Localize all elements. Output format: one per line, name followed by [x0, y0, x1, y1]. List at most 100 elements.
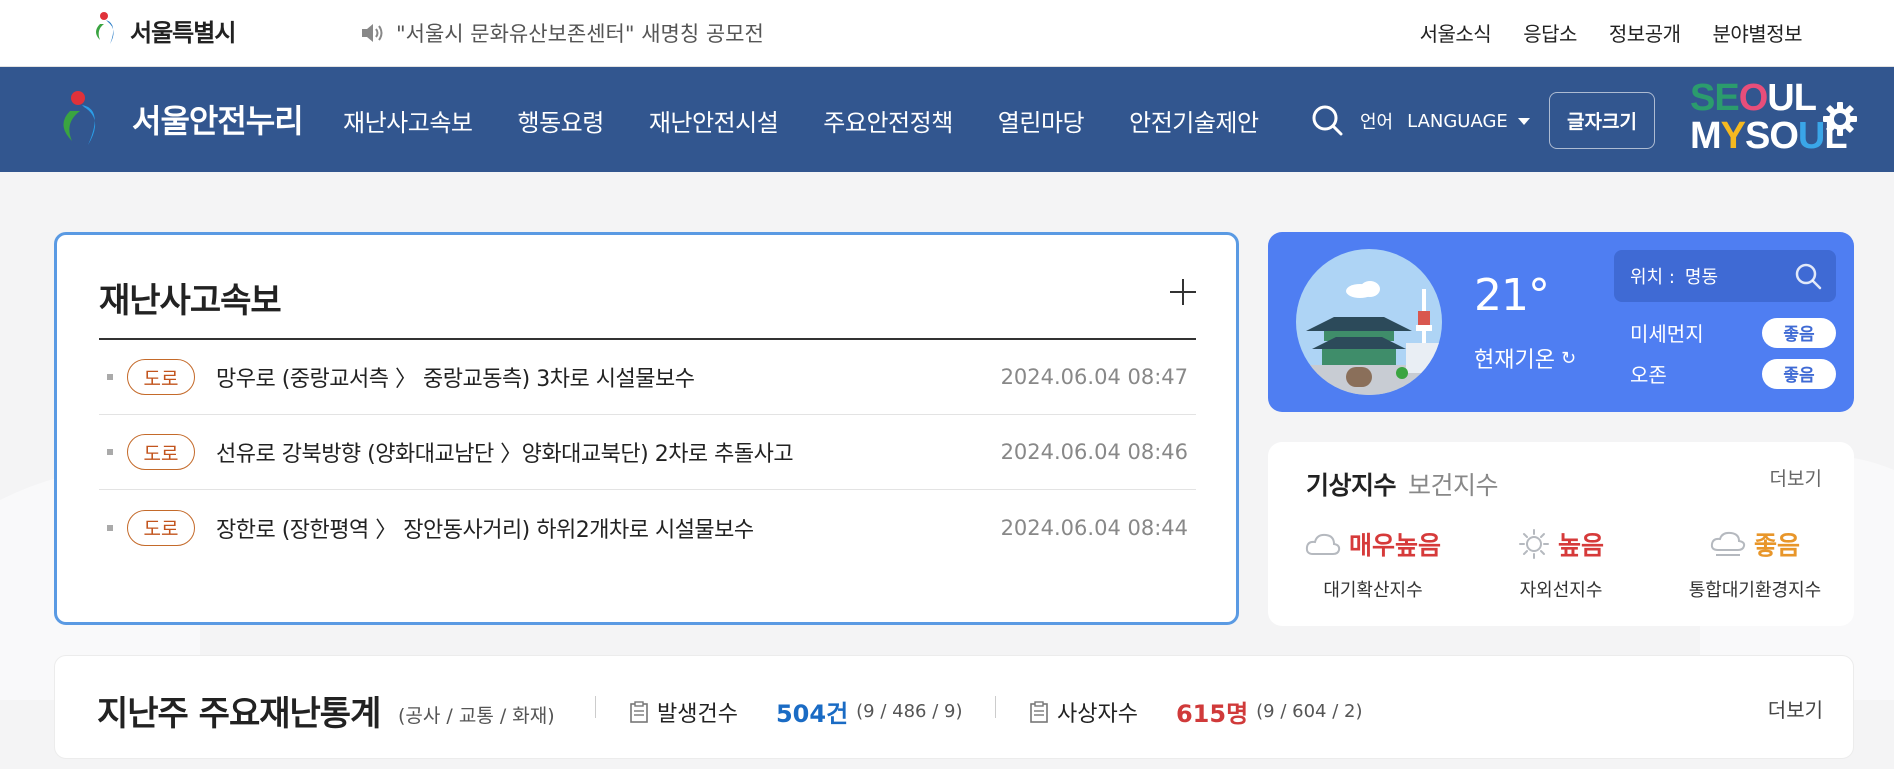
slogan-part: SO: [1745, 115, 1799, 157]
utility-menu: 서울소식 응답소 정보공개 분야별정보: [1420, 18, 1803, 47]
index-value: 높음: [1557, 531, 1604, 560]
bullet-icon: [107, 524, 113, 531]
util-link-field-info[interactable]: 분야별정보: [1713, 18, 1803, 47]
stats-title: 지난주 주요재난통계: [97, 694, 381, 734]
seoul-logo-text: 서울특별시: [130, 18, 236, 47]
language-label-en: LANGUAGE: [1407, 110, 1508, 132]
index-value-wrap: 매우높음: [1298, 526, 1448, 562]
index-value-wrap: 높음: [1486, 526, 1636, 562]
chevron-down-icon: [1517, 117, 1530, 125]
occurrence-value: 504건: [775, 700, 849, 728]
cloud-icon: [1305, 533, 1341, 555]
site-brand[interactable]: 서울안전누리: [52, 87, 304, 151]
seoul-logo-icon: [88, 10, 128, 50]
fine-dust-row: 미세먼지 좋음: [1630, 317, 1836, 348]
ozone-label: 오존: [1630, 363, 1667, 387]
casualty-value: 615명: [1175, 700, 1249, 728]
index-value-wrap: 좋음: [1670, 526, 1840, 562]
category-tag: 도로: [127, 509, 195, 546]
divider: [595, 696, 596, 718]
weekly-disaster-stats: 지난주 주요재난통계 (공사 / 교통 / 화재) 발생건수 504건 (9 /…: [54, 655, 1854, 759]
news-date: 2024.06.04 08:47: [1000, 365, 1188, 389]
clipboard-icon: [1030, 700, 1048, 723]
bullet-icon: [107, 449, 113, 455]
index-more-link[interactable]: 더보기: [1770, 464, 1822, 491]
nav-item-disaster-news[interactable]: 재난사고속보: [343, 103, 473, 138]
stats-more-link[interactable]: 더보기: [1768, 694, 1823, 723]
plus-icon[interactable]: [1168, 277, 1198, 307]
divider: [995, 696, 996, 718]
index-label: 자외선지수: [1519, 580, 1603, 601]
index-value: 좋음: [1753, 531, 1800, 560]
refresh-icon[interactable]: ↻: [1561, 348, 1576, 369]
main-navigation: 서울안전누리 재난사고속보 행동요령 재난안전시설 주요안전정책 열린마당 안전…: [0, 67, 1894, 172]
tab-health-index[interactable]: 보건지수: [1408, 466, 1499, 502]
cloud-icon: [1710, 531, 1746, 556]
index-label: 대기확산지수: [1323, 580, 1423, 601]
location-value: 명동: [1684, 267, 1719, 288]
ozone-row: 오존 좋음: [1630, 358, 1836, 389]
index-item: 높음 자외선지수: [1486, 526, 1636, 602]
casualty-stat: 사상자수 615명 (9 / 604 / 2): [1029, 694, 1362, 729]
util-link-seoul-news[interactable]: 서울소식: [1420, 18, 1492, 47]
bullet-icon: [107, 374, 113, 380]
nav-item-safety-facilities[interactable]: 재난안전시설: [649, 103, 779, 138]
gnb-menu: 재난사고속보 행동요령 재난안전시설 주요안전정책 열린마당 안전기술제안: [343, 103, 1304, 138]
news-list-item[interactable]: 도로 장한로 (장한평역 〉 장안동사거리) 하위2개차로 시설물보수 2024…: [99, 490, 1196, 565]
news-list-item[interactable]: 도로 선유로 강북방향 (양화대교남단 〉양화대교북단) 2차로 추돌사고 20…: [99, 415, 1196, 490]
location-label: 위치 :: [1630, 267, 1675, 288]
tab-weather-index[interactable]: 기상지수: [1306, 466, 1397, 502]
gear-icon[interactable]: [1822, 101, 1858, 137]
occurrence-stat: 발생건수 504건 (9 / 486 / 9): [629, 694, 962, 729]
current-temperature: 21°: [1474, 270, 1550, 321]
util-link-info-disclosure[interactable]: 정보공개: [1609, 18, 1681, 47]
gwanghwamun-illustration: [1296, 249, 1442, 395]
weather-card: 21° 현재기온 ↻ 위치 : 명동 미세먼지 좋음 오존 좋음: [1268, 232, 1854, 412]
notice-text: "서울시 문화유산보존센터" 새명칭 공모전: [396, 22, 764, 46]
search-icon[interactable]: [1310, 103, 1344, 137]
disaster-news-list: 도로 망우로 (중랑교서측 〉 중랑교동측) 3차로 시설물보수 2024.06…: [99, 340, 1196, 565]
index-value: 매우높음: [1348, 531, 1441, 560]
slogan-part: SE: [1690, 77, 1740, 119]
news-date: 2024.06.04 08:44: [1000, 515, 1188, 540]
slogan-part: U: [1797, 115, 1825, 157]
index-item: 매우높음 대기확산지수: [1298, 526, 1448, 602]
top-utility-bar: 서울특별시 "서울시 문화유산보존센터" 새명칭 공모전 서울소식 응답소 정보…: [0, 0, 1894, 67]
font-size-button[interactable]: 글자크기: [1549, 92, 1655, 149]
news-text: 선유로 강북방향 (양화대교남단 〉양화대교북단) 2차로 추돌사고: [216, 442, 794, 467]
fine-dust-label: 미세먼지: [1630, 322, 1704, 346]
index-item: 좋음 통합대기환경지수: [1670, 526, 1840, 602]
nav-item-action-guide[interactable]: 행동요령: [517, 103, 604, 138]
news-text: 망우로 (중랑교서측 〉 중랑교동측) 3차로 시설물보수: [216, 367, 695, 392]
util-link-eungdapso[interactable]: 응답소: [1523, 18, 1577, 47]
seoul-city-logo[interactable]: 서울특별시: [88, 10, 236, 50]
notice-ticker[interactable]: "서울시 문화유산보존센터" 새명칭 공모전: [360, 18, 764, 48]
index-label: 통합대기환경지수: [1688, 580, 1822, 601]
slogan-part: M: [1690, 115, 1722, 157]
news-date: 2024.06.04 08:46: [1000, 440, 1188, 464]
nav-item-safety-policy[interactable]: 주요안전정책: [823, 103, 953, 138]
brand-name: 서울안전누리: [132, 102, 304, 140]
category-tag: 도로: [127, 434, 195, 470]
seoul-my-soul-logo: SE O UL M Y SO U L: [1690, 77, 1848, 159]
slogan-part: UL: [1767, 77, 1817, 119]
slogan-part: O: [1738, 77, 1769, 119]
occurrence-breakdown: (9 / 486 / 9): [856, 701, 963, 722]
brand-logo-icon: [52, 87, 116, 151]
news-text: 장한로 (장한평역 〉 장안동사거리) 하위2개차로 시설물보수: [216, 517, 754, 543]
search-icon: [1795, 263, 1822, 290]
nav-item-tech-proposal[interactable]: 안전기술제안: [1129, 103, 1259, 138]
category-tag: 도로: [127, 359, 195, 395]
disaster-news-title: 재난사고속보: [99, 281, 282, 321]
current-temp-label: 현재기온: [1474, 348, 1555, 373]
current-temp-label-wrap: 현재기온 ↻: [1474, 342, 1576, 374]
language-selector[interactable]: 언어 LANGUAGE: [1360, 108, 1530, 134]
nav-item-open-forum[interactable]: 열린마당: [998, 103, 1085, 138]
speaker-icon: [362, 24, 383, 42]
news-list-item[interactable]: 도로 망우로 (중랑교서측 〉 중랑교동측) 3차로 시설물보수 2024.06…: [99, 340, 1196, 415]
casualty-label: 사상자수: [1057, 701, 1138, 727]
location-selector[interactable]: 위치 : 명동: [1614, 250, 1836, 302]
ozone-badge: 좋음: [1762, 358, 1836, 389]
language-label-ko: 언어: [1360, 112, 1394, 133]
casualty-breakdown: (9 / 604 / 2): [1256, 701, 1363, 722]
